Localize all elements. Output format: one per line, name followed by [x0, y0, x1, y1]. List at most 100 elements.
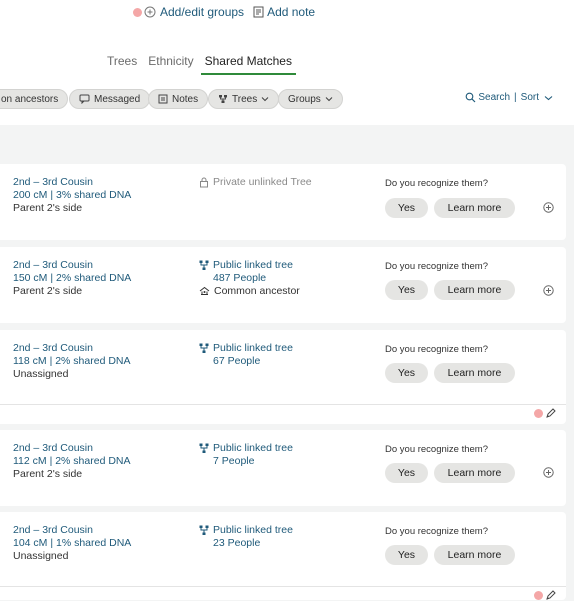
- yes-button[interactable]: Yes: [385, 463, 428, 483]
- yes-button[interactable]: Yes: [385, 545, 428, 565]
- group-note-controls: [534, 590, 556, 601]
- card-divider: [0, 404, 566, 405]
- recognize-prompt: Do you recognize them?: [385, 444, 488, 455]
- match-card: 2nd – 3rd Cousin 200 cM | 3% shared DNA …: [0, 164, 566, 240]
- shared-dna-link[interactable]: 112 cM | 2% shared DNA: [13, 455, 131, 467]
- recognize-prompt: Do you recognize them?: [385, 261, 488, 272]
- chevron-down-icon: [325, 97, 333, 102]
- shared-dna-link[interactable]: 150 cM | 2% shared DNA: [13, 272, 131, 284]
- messaged-label: Messaged: [94, 93, 141, 105]
- tree-status: Private unlinked Tree: [199, 176, 312, 188]
- common-ancestor[interactable]: Common ancestor: [199, 285, 300, 297]
- group-note-controls: [534, 408, 556, 419]
- plus-circle-icon: [144, 6, 156, 18]
- parental-side: Unassigned: [13, 368, 69, 380]
- people-count-link[interactable]: 23 People: [213, 537, 260, 549]
- tree-icon: [199, 343, 209, 353]
- tab-trees[interactable]: Trees: [103, 54, 141, 75]
- relationship-link[interactable]: 2nd – 3rd Cousin: [13, 442, 93, 454]
- tree-label: Public linked tree: [213, 259, 293, 271]
- relationship-link[interactable]: 2nd – 3rd Cousin: [13, 259, 93, 271]
- notes-label: Notes: [172, 93, 199, 105]
- search-icon: [466, 92, 476, 103]
- tree-status[interactable]: Public linked tree: [199, 259, 293, 271]
- add-edit-groups-link[interactable]: Add/edit groups: [144, 5, 244, 19]
- tree-label: Public linked tree: [213, 524, 293, 536]
- parental-side: Parent 2's side: [13, 285, 83, 297]
- relationship-link[interactable]: 2nd – 3rd Cousin: [13, 524, 93, 536]
- yes-button[interactable]: Yes: [385, 363, 428, 383]
- trees-filter[interactable]: Trees: [208, 89, 280, 109]
- group-color-dot: [534, 409, 543, 418]
- learn-more-button[interactable]: Learn more: [434, 363, 515, 383]
- trees-label: Trees: [232, 93, 258, 105]
- relationship-link[interactable]: 2nd – 3rd Cousin: [13, 176, 93, 188]
- add-edit-groups-label: Add/edit groups: [160, 5, 245, 19]
- match-actions: Add/edit groups Add note: [133, 4, 315, 20]
- parental-side: Parent 2's side: [13, 468, 83, 480]
- tree-icon: [219, 95, 227, 103]
- tree-icon: [199, 443, 209, 453]
- people-count-link[interactable]: 67 People: [213, 355, 260, 367]
- search-sort-controls: Search | Sort: [465, 92, 553, 103]
- pencil-icon[interactable]: [545, 408, 556, 419]
- learn-more-button[interactable]: Learn more: [434, 280, 515, 300]
- groups-label: Groups: [288, 93, 321, 105]
- common-ancestors-label: on ancestors: [1, 93, 59, 105]
- shared-dna-link[interactable]: 200 cM | 3% shared DNA: [13, 189, 131, 201]
- card-divider: [0, 586, 566, 587]
- common-ancestor-label: Common ancestor: [214, 285, 300, 297]
- chat-icon: [79, 94, 90, 104]
- pencil-icon[interactable]: [545, 590, 556, 601]
- sort-button[interactable]: Sort: [521, 92, 539, 103]
- add-note-label: Add note: [267, 5, 316, 19]
- groups-filter[interactable]: Groups: [278, 89, 343, 109]
- learn-more-button[interactable]: Learn more: [434, 463, 515, 483]
- parental-side: Unassigned: [13, 550, 69, 562]
- add-note-link[interactable]: Add note: [253, 5, 315, 19]
- match-card: 2nd – 3rd Cousin 150 cM | 2% shared DNA …: [0, 247, 566, 323]
- yes-button[interactable]: Yes: [385, 198, 428, 218]
- shared-dna-link[interactable]: 118 cM | 2% shared DNA: [13, 355, 131, 367]
- recognize-prompt: Do you recognize them?: [385, 526, 488, 537]
- tree-label: Private unlinked Tree: [213, 176, 312, 188]
- tree-icon: [199, 525, 209, 535]
- search-button[interactable]: Search: [478, 92, 510, 103]
- match-card: 2nd – 3rd Cousin 112 cM | 2% shared DNA …: [0, 430, 566, 506]
- notes-filter[interactable]: Notes: [148, 89, 209, 109]
- people-count-link[interactable]: 487 People: [213, 272, 266, 284]
- tree-label: Public linked tree: [213, 342, 293, 354]
- group-color-dot: [133, 7, 142, 17]
- yes-button[interactable]: Yes: [385, 280, 428, 300]
- note-icon: [158, 94, 168, 104]
- plus-circle-icon[interactable]: [543, 467, 554, 478]
- tree-status[interactable]: Public linked tree: [199, 342, 293, 354]
- lock-icon: [200, 177, 208, 187]
- note-icon: [253, 6, 264, 18]
- search-sort-divider: |: [514, 92, 517, 103]
- tab-ethnicity[interactable]: Ethnicity: [144, 54, 197, 75]
- tree-label: Public linked tree: [213, 442, 293, 454]
- common-ancestors-filter[interactable]: on ancestors: [0, 89, 69, 109]
- learn-more-button[interactable]: Learn more: [434, 198, 515, 218]
- learn-more-button[interactable]: Learn more: [434, 545, 515, 565]
- shared-dna-link[interactable]: 104 cM | 1% shared DNA: [13, 537, 131, 549]
- tree-status[interactable]: Public linked tree: [199, 442, 293, 454]
- match-tabs: Trees Ethnicity Shared Matches: [103, 54, 299, 75]
- group-color-dot: [534, 591, 543, 600]
- plus-circle-icon[interactable]: [543, 285, 554, 296]
- tab-shared-matches[interactable]: Shared Matches: [200, 54, 296, 75]
- filter-bar: on ancestors Messaged Notes Trees Groups…: [0, 89, 574, 111]
- match-card: 2nd – 3rd Cousin 104 cM | 1% shared DNA …: [0, 512, 566, 600]
- plus-circle-icon[interactable]: [543, 202, 554, 213]
- relationship-link[interactable]: 2nd – 3rd Cousin: [13, 342, 93, 354]
- header-area: Add/edit groups Add note Trees Ethnicity…: [0, 0, 574, 125]
- match-card: 2nd – 3rd Cousin 118 cM | 2% shared DNA …: [0, 330, 566, 424]
- recognize-prompt: Do you recognize them?: [385, 178, 488, 189]
- tree-icon: [199, 260, 209, 270]
- tree-status[interactable]: Public linked tree: [199, 524, 293, 536]
- messaged-filter[interactable]: Messaged: [69, 89, 151, 109]
- people-count-link[interactable]: 7 People: [213, 455, 254, 467]
- common-ancestor-icon: [199, 286, 210, 295]
- chevron-down-icon: [261, 97, 269, 102]
